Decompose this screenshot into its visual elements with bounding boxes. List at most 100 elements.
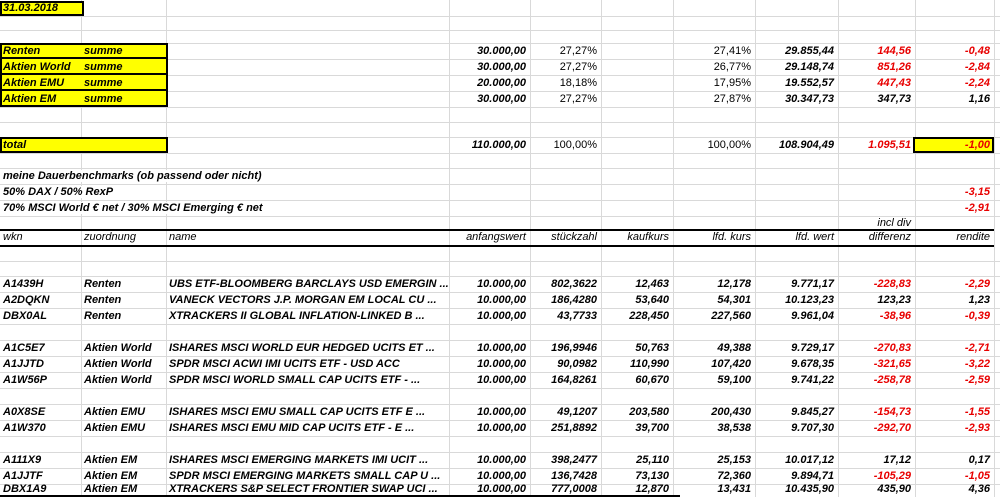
summary-label-cell[interactable]: Aktien EM: [3, 93, 56, 105]
summary-lfd-wert-cell[interactable]: 30.347,73: [785, 93, 834, 105]
header-wkn[interactable]: wkn: [3, 231, 23, 243]
rendite-cell[interactable]: -2,59: [965, 374, 990, 386]
stueckzahl-cell[interactable]: 777,0008: [551, 483, 597, 495]
stueckzahl-cell[interactable]: 398,2477: [551, 454, 597, 466]
name-cell[interactable]: UBS ETF-BLOOMBERG BARCLAYS USD EMERGIN .…: [169, 278, 449, 290]
wkn-cell[interactable]: A1439H: [3, 278, 43, 290]
lfd-kurs-cell[interactable]: 200,430: [711, 406, 751, 418]
summary-differenz-cell[interactable]: 144,56: [877, 45, 911, 57]
lfd-kurs-cell[interactable]: 13,431: [717, 483, 751, 495]
zuordnung-cell[interactable]: Aktien World: [84, 342, 152, 354]
date-cell[interactable]: 31.03.2018: [3, 2, 58, 14]
lfd-kurs-cell[interactable]: 227,560: [711, 310, 751, 322]
stueckzahl-cell[interactable]: 43,7733: [557, 310, 597, 322]
header-lfd-kurs[interactable]: lfd. kurs: [712, 231, 751, 243]
anfangswert-cell[interactable]: 10.000,00: [477, 358, 526, 370]
anfangswert-cell[interactable]: 10.000,00: [477, 422, 526, 434]
summary-differenz-cell[interactable]: 851,26: [877, 61, 911, 73]
summary-label-cell[interactable]: Aktien EMU: [3, 77, 64, 89]
rendite-cell[interactable]: -1,05: [965, 470, 990, 482]
summary-ist-pct-cell[interactable]: 17,95%: [714, 77, 751, 89]
differenz-cell[interactable]: -270,83: [874, 342, 911, 354]
summary-soll-pct-cell[interactable]: 27,27%: [560, 45, 597, 57]
benchmark-rendite-cell[interactable]: -2,91: [965, 202, 990, 214]
lfd-wert-cell[interactable]: 9.729,17: [791, 342, 834, 354]
summary-rendite-cell[interactable]: 1,16: [969, 93, 990, 105]
summary-ist-pct-cell[interactable]: 27,41%: [714, 45, 751, 57]
lfd-wert-cell[interactable]: 9.961,04: [791, 310, 834, 322]
kaufkurs-cell[interactable]: 50,763: [635, 342, 669, 354]
kaufkurs-cell[interactable]: 203,580: [629, 406, 669, 418]
lfd-kurs-cell[interactable]: 54,301: [717, 294, 751, 306]
zuordnung-cell[interactable]: Aktien EMU: [84, 422, 145, 434]
lfd-kurs-cell[interactable]: 72,360: [717, 470, 751, 482]
stueckzahl-cell[interactable]: 49,1207: [557, 406, 597, 418]
anfangswert-cell[interactable]: 10.000,00: [477, 470, 526, 482]
header-rendite[interactable]: rendite: [956, 231, 990, 243]
incl-div-note[interactable]: incl div: [877, 217, 911, 229]
summary-anfangswert-cell[interactable]: 30.000,00: [477, 61, 526, 73]
benchmark-label-cell[interactable]: 70% MSCI World € net / 30% MSCI Emerging…: [3, 202, 265, 214]
summary-soll-pct-cell[interactable]: 18,18%: [560, 77, 597, 89]
anfangswert-cell[interactable]: 10.000,00: [477, 278, 526, 290]
kaufkurs-cell[interactable]: 25,110: [636, 454, 669, 466]
wkn-cell[interactable]: A1W370: [3, 422, 46, 434]
benchmark-rendite-cell[interactable]: -3,15: [965, 186, 990, 198]
summary-ist-pct-cell[interactable]: 26,77%: [714, 61, 751, 73]
differenz-cell[interactable]: 435,90: [877, 483, 911, 495]
rendite-cell[interactable]: -2,71: [965, 342, 990, 354]
header-zuordnung[interactable]: zuordnung: [84, 231, 136, 243]
summary-anfangswert-cell[interactable]: 30.000,00: [477, 93, 526, 105]
kaufkurs-cell[interactable]: 39,700: [635, 422, 669, 434]
stueckzahl-cell[interactable]: 251,8892: [551, 422, 597, 434]
lfd-kurs-cell[interactable]: 38,538: [717, 422, 751, 434]
stueckzahl-cell[interactable]: 136,7428: [551, 470, 597, 482]
benchmarks-title[interactable]: meine Dauerbenchmarks (ob passend oder n…: [3, 170, 264, 182]
anfangswert-cell[interactable]: 10.000,00: [477, 374, 526, 386]
header-name[interactable]: name: [169, 231, 197, 243]
summary-lfd-wert-cell[interactable]: 29.148,74: [785, 61, 834, 73]
wkn-cell[interactable]: DBX0AL: [3, 310, 47, 322]
wkn-cell[interactable]: DBX1A9: [3, 483, 46, 495]
name-cell[interactable]: ISHARES MSCI EMU MID CAP UCITS ETF - E .…: [169, 422, 414, 434]
summary-rendite-cell[interactable]: -0,48: [965, 45, 990, 57]
zuordnung-cell[interactable]: Aktien EMU: [84, 406, 145, 418]
lfd-wert-cell[interactable]: 9.707,30: [791, 422, 834, 434]
summary-summe-cell[interactable]: summe: [84, 61, 123, 73]
summary-anfangswert-cell[interactable]: 20.000,00: [477, 77, 526, 89]
anfangswert-cell[interactable]: 10.000,00: [477, 294, 526, 306]
lfd-wert-cell[interactable]: 9.771,17: [791, 278, 834, 290]
rendite-cell[interactable]: 1,23: [969, 294, 990, 306]
differenz-cell[interactable]: 123,23: [877, 294, 911, 306]
anfangswert-cell[interactable]: 10.000,00: [477, 342, 526, 354]
kaufkurs-cell[interactable]: 228,450: [629, 310, 669, 322]
lfd-wert-cell[interactable]: 10.017,12: [785, 454, 834, 466]
name-cell[interactable]: VANECK VECTORS J.P. MORGAN EM LOCAL CU .…: [169, 294, 437, 306]
name-cell[interactable]: XTRACKERS II GLOBAL INFLATION-LINKED B .…: [169, 310, 425, 322]
anfangswert-cell[interactable]: 10.000,00: [477, 483, 526, 495]
lfd-wert-cell[interactable]: 9.678,35: [791, 358, 834, 370]
summary-differenz-cell[interactable]: 347,73: [877, 93, 911, 105]
differenz-cell[interactable]: -258,78: [874, 374, 911, 386]
summary-summe-cell[interactable]: summe: [84, 93, 123, 105]
rendite-cell[interactable]: 0,17: [969, 454, 990, 466]
anfangswert-cell[interactable]: 10.000,00: [477, 454, 526, 466]
header-anfangswert[interactable]: anfangswert: [466, 231, 526, 243]
lfd-kurs-cell[interactable]: 12,178: [717, 278, 751, 290]
summary-label-cell[interactable]: Aktien World: [3, 61, 71, 73]
zuordnung-cell[interactable]: Renten: [84, 294, 121, 306]
rendite-cell[interactable]: -2,29: [965, 278, 990, 290]
anfangswert-cell[interactable]: 10.000,00: [477, 310, 526, 322]
lfd-kurs-cell[interactable]: 59,100: [717, 374, 751, 386]
summary-lfd-wert-cell[interactable]: 29.855,44: [785, 45, 834, 57]
rendite-cell[interactable]: 4,36: [969, 483, 990, 495]
zuordnung-cell[interactable]: Aktien EM: [84, 483, 137, 495]
name-cell[interactable]: ISHARES MSCI WORLD EUR HEDGED UCITS ET .…: [169, 342, 435, 354]
total-soll-pct-cell[interactable]: 100,00%: [554, 139, 597, 151]
differenz-cell[interactable]: -154,73: [874, 406, 911, 418]
stueckzahl-cell[interactable]: 802,3622: [551, 278, 597, 290]
lfd-wert-cell[interactable]: 9.894,71: [791, 470, 834, 482]
rendite-cell[interactable]: -2,93: [965, 422, 990, 434]
differenz-cell[interactable]: -38,96: [880, 310, 911, 322]
lfd-wert-cell[interactable]: 10.435,90: [785, 483, 834, 495]
